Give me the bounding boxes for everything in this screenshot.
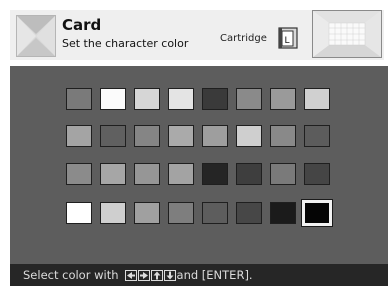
color-swatch-r4-c5[interactable] [202,202,228,224]
status-hint: Select color with and [ENTER]. [23,268,253,282]
color-swatch-r2-c1[interactable] [66,125,92,147]
color-swatch-r1-c2[interactable] [100,88,126,110]
status-bar: Select color with and [ENTER]. [10,264,388,286]
color-swatch-r2-c4[interactable] [168,125,194,147]
color-swatch-r3-c3[interactable] [134,163,160,185]
color-swatch-r2-c8[interactable] [304,125,330,147]
color-swatch-r1-c6[interactable] [236,88,262,110]
color-swatch-r3-c4[interactable] [168,163,194,185]
color-swatch-r3-c2[interactable] [100,163,126,185]
color-swatch-r1-c8[interactable] [304,88,330,110]
color-swatch-r2-c6[interactable] [236,125,262,147]
right-arrow-icon [137,269,150,281]
header-bar: Card Set the character color Cartridge L [10,10,384,60]
color-swatch-r1-c4[interactable] [168,88,194,110]
color-swatch-r3-c5[interactable] [202,163,228,185]
color-swatch-r4-c8[interactable] [301,199,333,227]
color-palette [10,66,388,264]
hint-prefix: Select color with [23,268,119,282]
up-arrow-icon [150,269,163,281]
hint-suffix: and [ENTER]. [176,268,253,282]
color-swatch-r4-c7[interactable] [270,202,296,224]
cartridge-label: Cartridge [220,33,267,44]
color-swatch-r1-c5[interactable] [202,88,228,110]
color-swatch-r4-c4[interactable] [168,202,194,224]
color-swatch-r3-c1[interactable] [66,163,92,185]
color-swatch-r2-c2[interactable] [100,125,126,147]
color-swatch-r4-c1[interactable] [66,202,92,224]
card-preview [312,10,382,58]
down-arrow-icon [163,269,176,281]
color-swatch-r3-c7[interactable] [270,163,296,185]
color-swatch-r3-c6[interactable] [236,163,262,185]
color-swatch-r1-c1[interactable] [66,88,92,110]
card-color-screen: Card Set the character color Cartridge L [0,0,388,286]
color-swatch-r2-c7[interactable] [270,125,296,147]
cartridge-l-icon: L [278,27,298,49]
color-swatch-r2-c5[interactable] [202,125,228,147]
card-envelope-icon [16,15,56,57]
color-swatch-r4-c3[interactable] [134,202,160,224]
color-swatch-r1-c7[interactable] [270,88,296,110]
color-swatch-r1-c3[interactable] [134,88,160,110]
left-arrow-icon [124,269,137,281]
color-swatch-r2-c3[interactable] [134,125,160,147]
color-swatch-r4-c2[interactable] [100,202,126,224]
page-subtitle: Set the character color [62,37,189,50]
color-swatch-r3-c8[interactable] [304,163,330,185]
color-swatch-r4-c6[interactable] [236,202,262,224]
page-title: Card [62,16,102,34]
svg-text:L: L [285,36,290,46]
